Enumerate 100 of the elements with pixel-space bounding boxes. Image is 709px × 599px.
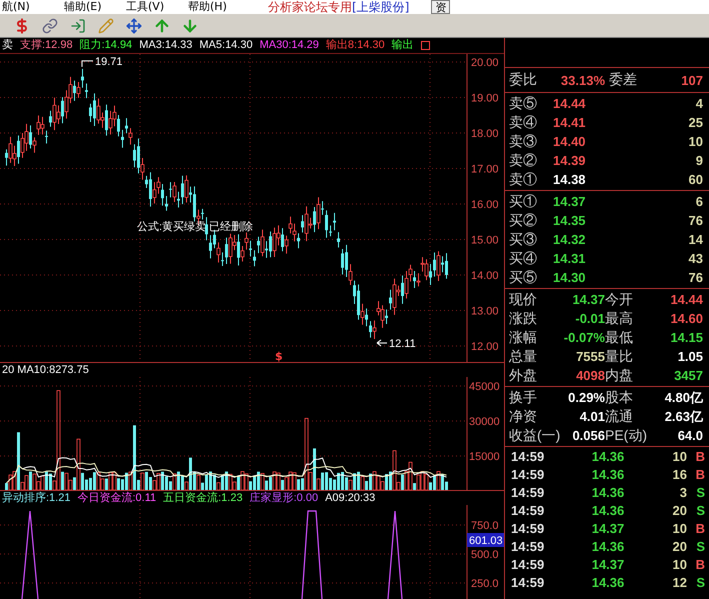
- menu-item[interactable]: 帮助(H): [186, 0, 248, 14]
- order-label: 卖⑤: [509, 94, 538, 112]
- indicator-value: A09:20:33: [325, 492, 376, 504]
- axis-label: 19.00: [471, 92, 499, 104]
- menu-item[interactable]: 工具(V): [124, 0, 186, 14]
- menu-item[interactable]: 航(N): [0, 0, 62, 14]
- menu-item[interactable]: 辅助(E): [62, 0, 124, 14]
- order-label: 买①: [509, 192, 538, 210]
- axis-label: 20.00: [471, 57, 499, 69]
- tick-time: 14:59: [511, 448, 546, 464]
- stat-label: 最高: [605, 310, 634, 328]
- stat-value: 4098: [575, 368, 605, 383]
- tick-side: S: [695, 538, 705, 554]
- tick-price: 14.36: [590, 574, 626, 590]
- order-price: 14.44: [553, 96, 587, 111]
- order-volume: 9: [694, 153, 703, 168]
- tick-volume: 10: [672, 448, 687, 464]
- tick-side: B: [694, 466, 705, 482]
- price-label: 12.11: [389, 338, 416, 350]
- axis-label: 500.0: [471, 549, 499, 561]
- tick-volume: 16: [672, 466, 687, 482]
- stat-value: 14.15: [669, 330, 703, 345]
- stat-value: 4.01: [578, 409, 605, 424]
- tick-volume: 20: [672, 538, 687, 554]
- stat-label: 外盘: [509, 366, 538, 384]
- indicator-value: 庄家显形:0.00: [250, 492, 318, 504]
- stat-label: 总量: [509, 348, 538, 366]
- order-price: 14.32: [553, 232, 587, 247]
- stat-label: 委差: [608, 71, 638, 89]
- order-volume: 14: [688, 232, 703, 247]
- tick-price: 14.36: [590, 466, 626, 482]
- order-label: 卖④: [509, 114, 538, 132]
- indicator-value: 五日资金流:1.23: [163, 492, 243, 504]
- axis-label: 250.0: [471, 578, 499, 590]
- order-label: 卖①: [509, 170, 538, 188]
- stat-value: 0.29%: [567, 390, 605, 405]
- tick-volume: 10: [672, 520, 687, 536]
- stat-value: 1.05: [676, 349, 703, 364]
- stat-label: 股本: [605, 388, 634, 406]
- stat-value: 107: [680, 72, 703, 88]
- stat-value: -0.01: [574, 311, 605, 326]
- marker-symbol: $: [275, 350, 283, 362]
- order-label: 买③: [509, 230, 538, 248]
- order-volume: 4: [694, 96, 703, 111]
- stat-value: 3457: [673, 368, 703, 383]
- stat-label: 涨幅: [509, 328, 538, 346]
- order-volume: 25: [688, 115, 703, 130]
- stock-title: [上柴股份]: [352, 0, 410, 14]
- tick-price: 14.36: [590, 538, 626, 554]
- order-price: 14.41: [553, 115, 587, 130]
- tick-volume: 20: [672, 502, 687, 518]
- tick-volume: 12: [672, 574, 687, 590]
- current-value-tag: 601.03: [467, 533, 504, 547]
- stat-label: 换手: [509, 388, 538, 406]
- stat-label: 现价: [509, 290, 538, 308]
- tick-side: B: [694, 520, 705, 536]
- stat-label: 收益(一): [509, 426, 559, 444]
- stat-value: 14.60: [669, 311, 703, 326]
- tick-time: 14:59: [511, 574, 546, 590]
- axis-label: 18.00: [471, 128, 499, 140]
- tick-price: 14.37: [590, 556, 626, 572]
- stat-label: 内盘: [605, 366, 634, 384]
- stat-value: 14.44: [669, 292, 703, 307]
- order-volume: 10: [688, 134, 703, 149]
- tick-time: 14:59: [511, 484, 546, 500]
- order-price: 14.39: [553, 153, 587, 168]
- volume-average: 20 MA10:8273.75: [2, 364, 89, 376]
- order-label: 买⑤: [509, 268, 538, 286]
- axis-label: 16.00: [471, 199, 499, 211]
- tick-price: 14.37: [590, 520, 626, 536]
- tick-time: 14:59: [511, 502, 546, 518]
- tick-price: 14.36: [590, 448, 626, 464]
- stat-value: 4.80亿: [664, 388, 703, 406]
- stat-value: 2.63亿: [664, 408, 703, 426]
- tick-time: 14:59: [511, 466, 546, 482]
- tick-time: 14:59: [511, 538, 546, 554]
- stat-value: 14.37: [571, 292, 605, 307]
- stat-label: 涨跌: [509, 310, 538, 328]
- order-price: 14.40: [553, 134, 587, 149]
- axis-label: 45000: [469, 381, 500, 393]
- indicator-value: 输出8:14.30: [326, 39, 385, 52]
- tick-side: S: [695, 574, 705, 590]
- tick-time: 14:59: [511, 520, 546, 536]
- tick-side: S: [695, 502, 705, 518]
- order-price: 14.37: [553, 194, 587, 209]
- indicator-value: 输出: [392, 39, 414, 52]
- indicator-value: 今日资金流:0.11: [77, 492, 156, 504]
- order-price: 14.31: [553, 251, 587, 266]
- order-volume: 6: [694, 194, 703, 209]
- axis-label: 14.00: [471, 270, 499, 282]
- side-tab[interactable]: 资: [431, 0, 450, 14]
- order-label: 卖②: [509, 152, 538, 170]
- stat-label: 净资: [509, 408, 538, 426]
- indicator-value: 异动排序:1.21: [2, 492, 70, 504]
- window-title: 分析家论坛专用: [268, 0, 352, 14]
- tick-volume: 3: [678, 484, 687, 500]
- tick-side: B: [694, 556, 705, 572]
- axis-label: 15.00: [471, 234, 499, 246]
- order-label: 卖③: [509, 132, 538, 150]
- order-price: 14.35: [553, 213, 587, 228]
